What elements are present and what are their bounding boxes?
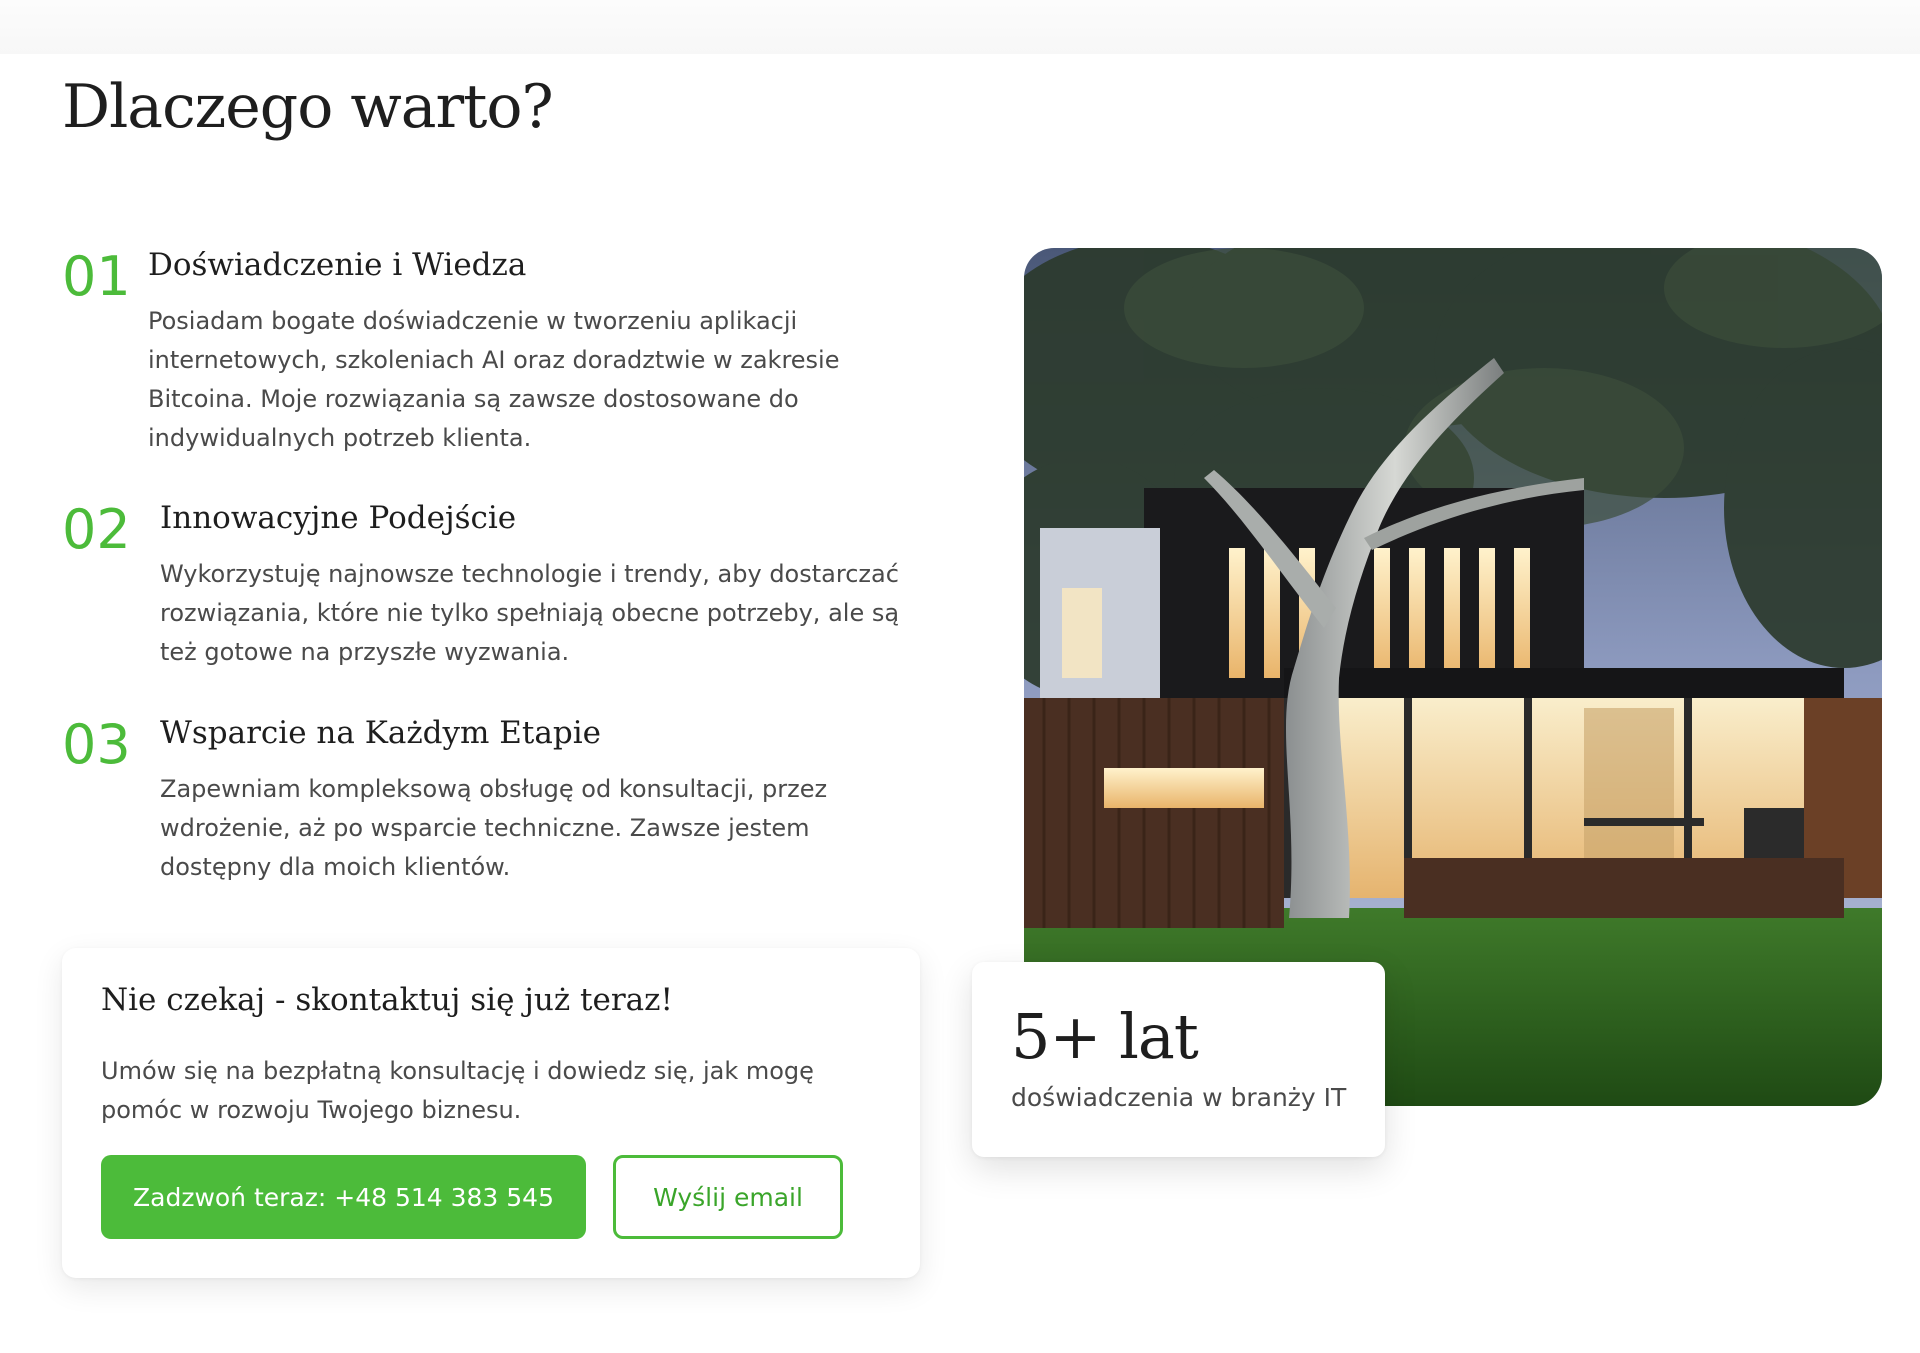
cta-description: Umów się na bezpłatną konsultację i dowi… bbox=[101, 1052, 861, 1130]
description-line: indywidualnych potrzeb klienta. bbox=[148, 423, 532, 452]
description-line: pomóc w rozwoju Twojego biznesu. bbox=[101, 1096, 522, 1124]
stat-label: doświadczenia w branży IT bbox=[1011, 1083, 1347, 1112]
description-line: Posiadam bogate doświadczenie w tworzeni… bbox=[148, 306, 798, 335]
section-title: Dlaczego warto? bbox=[62, 72, 554, 142]
feature-title: Wsparcie na Każdym Etapie bbox=[160, 715, 601, 751]
contact-cta-card: Nie czekaj - skontaktuj się już teraz! U… bbox=[62, 948, 920, 1278]
feature-title: Innowacyjne Podejście bbox=[160, 500, 517, 536]
top-band bbox=[0, 0, 1920, 54]
feature-number: 02 bbox=[62, 498, 131, 561]
feature-item-innovation: 02 Innowacyjne Podejście Wykorzystuję na… bbox=[62, 498, 899, 672]
feature-description: Posiadam bogate doświadczenie w tworzeni… bbox=[148, 302, 840, 458]
description-line: rozwiązania, które nie tylko spełniają o… bbox=[160, 598, 900, 627]
call-now-button[interactable]: Zadzwoń teraz: +48 514 383 545 bbox=[101, 1155, 586, 1239]
description-line: wdrożenie, aż po wsparcie techniczne. Za… bbox=[160, 813, 810, 842]
feature-item-support: 03 Wsparcie na Każdym Etapie Zapewniam k… bbox=[62, 713, 827, 887]
stat-value: 5+ lat bbox=[1011, 1000, 1199, 1073]
description-line: dostępny dla moich klientów. bbox=[160, 852, 511, 881]
experience-stat-card: 5+ lat doświadczenia w branży IT bbox=[972, 962, 1385, 1157]
feature-title: Doświadczenie i Wiedza bbox=[148, 247, 527, 283]
description-line: Zapewniam kompleksową obsługę od konsult… bbox=[160, 774, 828, 803]
description-line: Wykorzystuję najnowsze technologie i tre… bbox=[160, 559, 899, 588]
send-email-button[interactable]: Wyślij email bbox=[613, 1155, 843, 1239]
description-line: Umów się na bezpłatną konsultację i dowi… bbox=[101, 1057, 814, 1085]
description-line: też gotowe na przyszłe wyzwania. bbox=[160, 637, 570, 666]
cta-title: Nie czekaj - skontaktuj się już teraz! bbox=[101, 982, 673, 1018]
description-line: internetowych, szkoleniach AI oraz dorad… bbox=[148, 345, 840, 374]
feature-number: 03 bbox=[62, 713, 131, 776]
feature-item-experience: 01 Doświadczenie i Wiedza Posiadam bogat… bbox=[62, 245, 840, 458]
feature-description: Zapewniam kompleksową obsługę od konsult… bbox=[160, 770, 827, 887]
feature-description: Wykorzystuję najnowsze technologie i tre… bbox=[160, 555, 899, 672]
description-line: Bitcoina. Moje rozwiązania są zawsze dos… bbox=[148, 384, 799, 413]
feature-number: 01 bbox=[62, 245, 131, 308]
